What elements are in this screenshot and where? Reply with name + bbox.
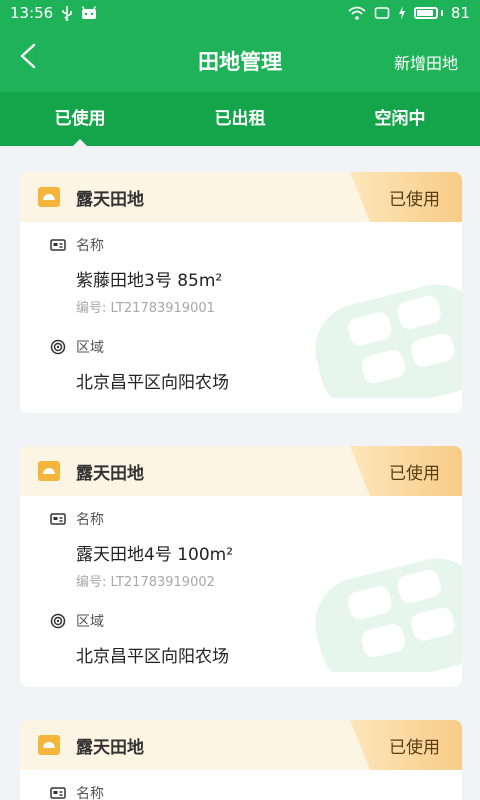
id-card-icon [50, 511, 66, 527]
status-time: 13:56 [10, 4, 54, 22]
add-field-button[interactable]: 新增田地 [394, 50, 458, 74]
tab-rented[interactable]: 已出租 [160, 92, 320, 146]
battery-level: 81 [450, 4, 470, 22]
name-label: 名称 [76, 512, 104, 528]
name-label: 名称 [76, 786, 104, 800]
field-type-label: 露天田地 [76, 189, 144, 210]
field-card[interactable]: 露天田地 已使用 名称 紫藤田地3号 85m² 编号: LT2178391900… [20, 172, 462, 413]
field-watermark-icon [315, 284, 462, 398]
card-header: 露天田地 已使用 [20, 720, 462, 770]
tab-in-use[interactable]: 已使用 [0, 92, 160, 146]
field-list: 露天田地 已使用 名称 紫藤田地3号 85m² 编号: LT2178391900… [0, 146, 480, 800]
charging-icon [398, 6, 406, 20]
field-type-label: 露天田地 [76, 463, 144, 484]
battery-icon [413, 7, 443, 19]
id-card-icon [50, 237, 66, 253]
card-body: 名称 紫藤田地3号 85m² 编号: LT21783919001 区域 北京昌平… [20, 222, 462, 413]
region-label: 区域 [76, 614, 104, 630]
app-header: 田地管理 新增田地 [0, 26, 480, 92]
card-body: 名称 [20, 770, 462, 800]
wifi-icon [348, 6, 366, 20]
field-type-icon [38, 187, 60, 207]
tab-idle[interactable]: 空闲中 [320, 92, 480, 146]
id-card-icon [50, 785, 66, 800]
field-type-label: 露天田地 [76, 737, 144, 758]
region-label: 区域 [76, 340, 104, 356]
field-watermark-icon [315, 558, 462, 672]
name-label: 名称 [76, 238, 104, 254]
android-icon [81, 6, 97, 20]
card-header: 露天田地 已使用 [20, 446, 462, 496]
status-bar: 13:56 81 [0, 0, 480, 26]
status-badge: 已使用 [350, 720, 462, 770]
target-icon [50, 339, 66, 355]
status-badge: 已使用 [350, 172, 462, 222]
usb-icon [61, 5, 73, 21]
card-body: 名称 露天田地4号 100m² 编号: LT21783919002 区域 北京昌… [20, 496, 462, 687]
target-icon [50, 613, 66, 629]
field-card[interactable]: 露天田地 已使用 名称 露天田地4号 100m² 编号: LT217839190… [20, 446, 462, 687]
tab-bar: 已使用 已出租 空闲中 [0, 92, 480, 146]
field-type-icon [38, 461, 60, 481]
card-header: 露天田地 已使用 [20, 172, 462, 222]
field-card[interactable]: 露天田地 已使用 名称 [20, 720, 462, 800]
screen-icon [374, 6, 390, 20]
field-type-icon [38, 735, 60, 755]
status-badge: 已使用 [350, 446, 462, 496]
